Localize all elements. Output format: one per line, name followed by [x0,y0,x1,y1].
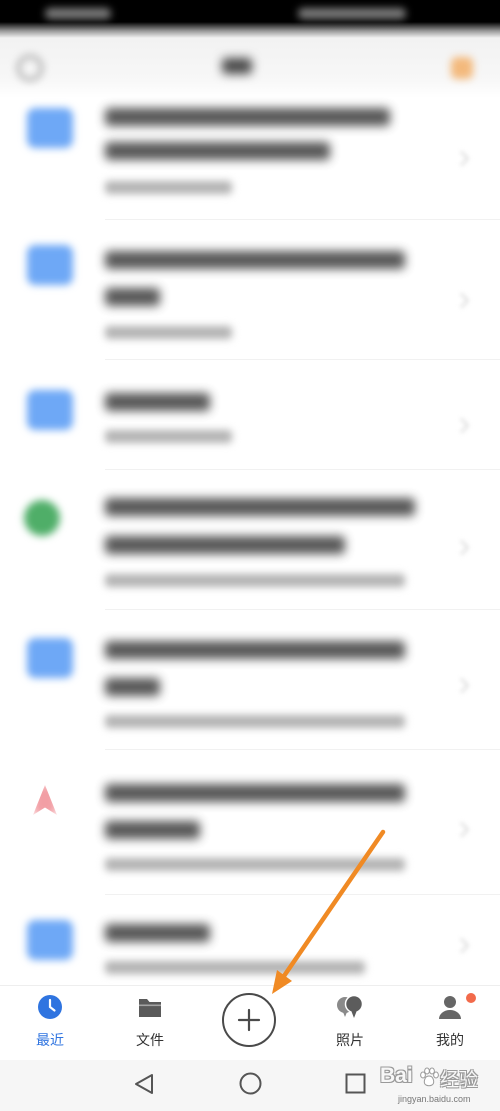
nav-item-photos[interactable]: 照片 [320,986,380,1060]
paw-logo-icon [420,1067,439,1087]
profile-icon [437,994,463,1020]
avatar-icon[interactable] [451,57,473,79]
nav-item-me[interactable]: 我的 [420,986,480,1060]
green-file-icon [24,500,60,536]
folder-icon [137,994,163,1020]
item-meta-blurred [105,858,405,871]
item-meta-blurred [105,715,405,728]
list-item[interactable] [0,895,500,985]
item-title-blurred [105,536,345,554]
item-meta-blurred [105,430,232,443]
item-title-blurred [105,498,415,516]
item-title-blurred [105,678,160,696]
chevron-right-icon [453,937,470,954]
list-item[interactable] [0,360,500,470]
folder-icon [27,245,73,285]
item-title-blurred [105,393,210,411]
app-header [0,38,500,98]
item-title-blurred [105,641,405,659]
item-title-blurred [105,251,405,269]
back-triangle-icon[interactable] [132,1072,156,1096]
list-item[interactable] [0,98,500,220]
chevron-right-icon [453,150,470,167]
plus-icon [237,1008,261,1032]
photos-icon [335,994,365,1020]
item-title-blurred [105,821,200,839]
list-item[interactable] [0,610,500,750]
item-meta-blurred [105,326,232,339]
folder-icon [27,390,73,430]
chevron-right-icon [453,417,470,434]
item-title-blurred [105,142,330,160]
nav-label-photos: 照片 [336,1033,364,1049]
page-title-blurred [222,58,252,74]
nav-label-me: 我的 [436,1033,464,1049]
watermark-brand-latin: Bai [380,1064,413,1087]
folder-icon [27,920,73,960]
item-title-blurred [105,288,160,306]
home-circle-icon[interactable] [238,1071,263,1096]
nav-label-files: 文件 [136,1033,164,1049]
folder-icon [27,638,73,678]
folder-icon [27,108,73,148]
phone-screen: 最近 文件 照片 我的 Bai 经验 jingyan.baidu.com [0,0,500,1111]
nav-item-files[interactable]: 文件 [120,986,180,1060]
item-title-blurred [105,784,405,802]
add-button[interactable] [222,993,276,1047]
circle-icon[interactable] [17,55,43,81]
pdf-icon [33,785,57,815]
chevron-right-icon [453,821,470,838]
watermark-brand-cn: 经验 [440,1069,479,1091]
recents-square-icon[interactable] [344,1072,367,1095]
watermark-url: jingyan.baidu.com [398,1094,471,1104]
status-time-blurred [45,8,111,19]
status-indicators-blurred [298,8,406,19]
nav-item-recent[interactable]: 最近 [20,986,80,1060]
item-meta-blurred [105,574,405,587]
item-title-blurred [105,924,210,942]
item-meta-blurred [105,181,232,194]
item-meta-blurred [105,961,365,974]
chevron-right-icon [453,539,470,556]
list-item[interactable] [0,750,500,895]
item-title-blurred [105,108,390,126]
list-item[interactable] [0,470,500,610]
bottom-nav: 最近 文件 照片 我的 [0,985,500,1060]
list-item[interactable] [0,220,500,360]
notification-dot [466,993,476,1003]
chevron-right-icon [453,292,470,309]
status-bar [0,0,500,38]
clock-icon [37,994,63,1020]
nav-label-recent: 最近 [36,1033,64,1049]
chevron-right-icon [453,677,470,694]
